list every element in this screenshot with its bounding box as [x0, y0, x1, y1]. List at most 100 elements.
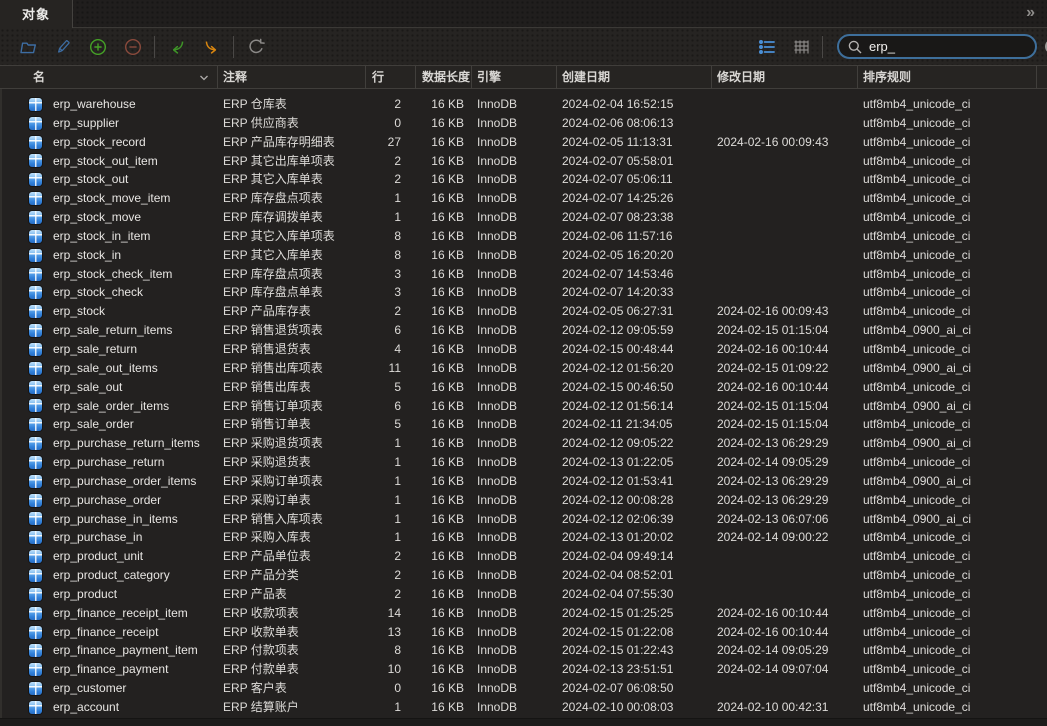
column-header-rows[interactable]: 行 [366, 66, 416, 89]
filler-cell [1037, 660, 1047, 679]
table-row[interactable]: erp_sale_order_items ERP 销售订单项表 6 16 KB … [0, 397, 1047, 416]
table-icon [29, 682, 42, 695]
search-input[interactable] [869, 39, 1045, 54]
comment-cell: ERP 仓库表 [218, 95, 366, 114]
table-row[interactable]: erp_customer ERP 客户表 0 16 KB InnoDB 2024… [0, 679, 1047, 698]
table-row[interactable]: erp_sale_out ERP 销售出库表 5 16 KB InnoDB 20… [0, 378, 1047, 397]
table-row[interactable]: erp_stock_record ERP 产品库存明细表 27 16 KB In… [0, 133, 1047, 152]
table-row[interactable]: erp_stock_move_item ERP 库存盘点项表 1 16 KB I… [0, 189, 1047, 208]
filler-cell [1037, 208, 1047, 227]
table-row[interactable]: erp_purchase_return_items ERP 采购退货项表 1 1… [0, 434, 1047, 453]
table-row[interactable]: erp_account ERP 结算账户 1 16 KB InnoDB 2024… [0, 698, 1047, 717]
comment-cell: ERP 其它入库单表 [218, 170, 366, 189]
list-view-icon [757, 37, 777, 57]
table-name-cell: erp_finance_payment_item [0, 641, 218, 660]
table-row[interactable]: erp_stock_move ERP 库存调拨单表 1 16 KB InnoDB… [0, 208, 1047, 227]
rows-cell: 5 [366, 378, 416, 397]
data-length-cell: 16 KB [416, 152, 472, 171]
table-name-cell: erp_stock_in_item [0, 227, 218, 246]
rows-cell: 10 [366, 660, 416, 679]
rows-cell: 1 [366, 453, 416, 472]
design-table-button[interactable] [45, 34, 80, 60]
table-name-cell: erp_sale_order_items [0, 397, 218, 416]
pencil-icon [53, 37, 73, 57]
modified-cell [712, 246, 858, 265]
table-name-cell: erp_purchase_in [0, 528, 218, 547]
rows-cell: 8 [366, 246, 416, 265]
magnifier-icon [847, 39, 863, 55]
table-row[interactable]: erp_stock_check ERP 库存盘点单表 3 16 KB InnoD… [0, 283, 1047, 302]
table-row[interactable]: erp_sale_order ERP 销售订单表 5 16 KB InnoDB … [0, 415, 1047, 434]
created-cell: 2024-02-12 01:56:14 [557, 397, 712, 416]
refresh-button[interactable] [238, 34, 273, 60]
collation-cell: utf8mb4_0900_ai_ci [858, 321, 1037, 340]
table-row[interactable]: erp_finance_payment ERP 付款单表 10 16 KB In… [0, 660, 1047, 679]
table-row[interactable]: erp_stock_check_item ERP 库存盘点项表 3 16 KB … [0, 265, 1047, 284]
toolbar-right-group [750, 28, 1037, 65]
table-row[interactable]: erp_supplier ERP 供应商表 0 16 KB InnoDB 202… [0, 114, 1047, 133]
table-row[interactable]: erp_purchase_return ERP 采购退货表 1 16 KB In… [0, 453, 1047, 472]
filler-cell [1037, 604, 1047, 623]
table-row[interactable]: erp_stock ERP 产品库存表 2 16 KB InnoDB 2024-… [0, 302, 1047, 321]
data-length-cell: 16 KB [416, 114, 472, 133]
grid-view-button[interactable] [784, 34, 818, 60]
table-row[interactable]: erp_purchase_in_items ERP 销售入库项表 1 16 KB… [0, 510, 1047, 529]
table-row[interactable]: erp_stock_out ERP 其它入库单表 2 16 KB InnoDB … [0, 170, 1047, 189]
engine-cell: InnoDB [472, 566, 557, 585]
filler-cell [1037, 114, 1047, 133]
open-table-button[interactable] [10, 34, 45, 60]
created-cell: 2024-02-05 16:20:20 [557, 246, 712, 265]
column-header-modified[interactable]: 修改日期 [712, 66, 858, 89]
table-row[interactable]: erp_sale_return ERP 销售退货表 4 16 KB InnoDB… [0, 340, 1047, 359]
table-row[interactable]: erp_sale_return_items ERP 销售退货项表 6 16 KB… [0, 321, 1047, 340]
table-row[interactable]: erp_finance_payment_item ERP 付款项表 8 16 K… [0, 641, 1047, 660]
collation-cell: utf8mb4_unicode_ci [858, 283, 1037, 302]
comment-cell: ERP 销售出库表 [218, 378, 366, 397]
column-header-engine[interactable]: 引擎 [472, 66, 557, 89]
table-row[interactable]: erp_purchase_order_items ERP 采购订单项表 1 16… [0, 472, 1047, 491]
rows-cell: 1 [366, 434, 416, 453]
table-name-cell: erp_product_category [0, 566, 218, 585]
export-wizard-button[interactable] [194, 34, 229, 60]
table-row[interactable]: erp_warehouse ERP 仓库表 2 16 KB InnoDB 202… [0, 95, 1047, 114]
column-header-filler [1037, 66, 1047, 89]
created-cell: 2024-02-12 09:05:59 [557, 321, 712, 340]
column-header-created[interactable]: 创建日期 [557, 66, 712, 89]
table-row[interactable]: erp_product ERP 产品表 2 16 KB InnoDB 2024-… [0, 585, 1047, 604]
table-row[interactable]: erp_stock_in ERP 其它入库单表 8 16 KB InnoDB 2… [0, 246, 1047, 265]
folder-icon [18, 37, 38, 57]
table-row[interactable]: erp_finance_receipt_item ERP 收款项表 14 16 … [0, 604, 1047, 623]
tab-objects[interactable]: 对象 [0, 0, 73, 28]
column-header-data-length[interactable]: 数据长度 [416, 66, 472, 89]
column-header-collation[interactable]: 排序规则 [858, 66, 1037, 89]
grid-view-icon [791, 37, 811, 57]
collation-cell: utf8mb4_unicode_ci [858, 227, 1037, 246]
import-wizard-button[interactable] [159, 34, 194, 60]
table-row[interactable]: erp_sale_out_items ERP 销售出库项表 11 16 KB I… [0, 359, 1047, 378]
new-table-button[interactable] [80, 34, 115, 60]
filler-cell [1037, 472, 1047, 491]
table-row[interactable]: erp_finance_receipt ERP 收款单表 13 16 KB In… [0, 623, 1047, 642]
table-row[interactable]: erp_product_category ERP 产品分类 2 16 KB In… [0, 566, 1047, 585]
table-name-cell: erp_purchase_order_items [0, 472, 218, 491]
rows-cell: 2 [366, 152, 416, 171]
created-cell: 2024-02-12 09:05:22 [557, 434, 712, 453]
comment-cell: ERP 收款单表 [218, 623, 366, 642]
created-cell: 2024-02-15 01:22:08 [557, 623, 712, 642]
delete-table-button[interactable] [115, 34, 150, 60]
modified-cell: 2024-02-14 09:00:22 [712, 528, 858, 547]
tab-overflow-chevron-icon[interactable]: » [1026, 4, 1035, 22]
table-row[interactable]: erp_stock_out_item ERP 其它出库单项表 2 16 KB I… [0, 152, 1047, 171]
table-row[interactable]: erp_product_unit ERP 产品单位表 2 16 KB InnoD… [0, 547, 1047, 566]
filler-cell [1037, 623, 1047, 642]
import-arrow-icon [167, 37, 187, 57]
rows-cell: 3 [366, 283, 416, 302]
table-row[interactable]: erp_stock_in_item ERP 其它入库单项表 8 16 KB In… [0, 227, 1047, 246]
column-header-comment[interactable]: 注释 [218, 66, 366, 89]
list-view-button[interactable] [750, 34, 784, 60]
table-icon [29, 381, 42, 394]
column-header-name[interactable]: 名 [0, 66, 218, 89]
table-row[interactable]: erp_purchase_in ERP 采购入库表 1 16 KB InnoDB… [0, 528, 1047, 547]
created-cell: 2024-02-15 01:25:25 [557, 604, 712, 623]
table-row[interactable]: erp_purchase_order ERP 采购订单表 1 16 KB Inn… [0, 491, 1047, 510]
